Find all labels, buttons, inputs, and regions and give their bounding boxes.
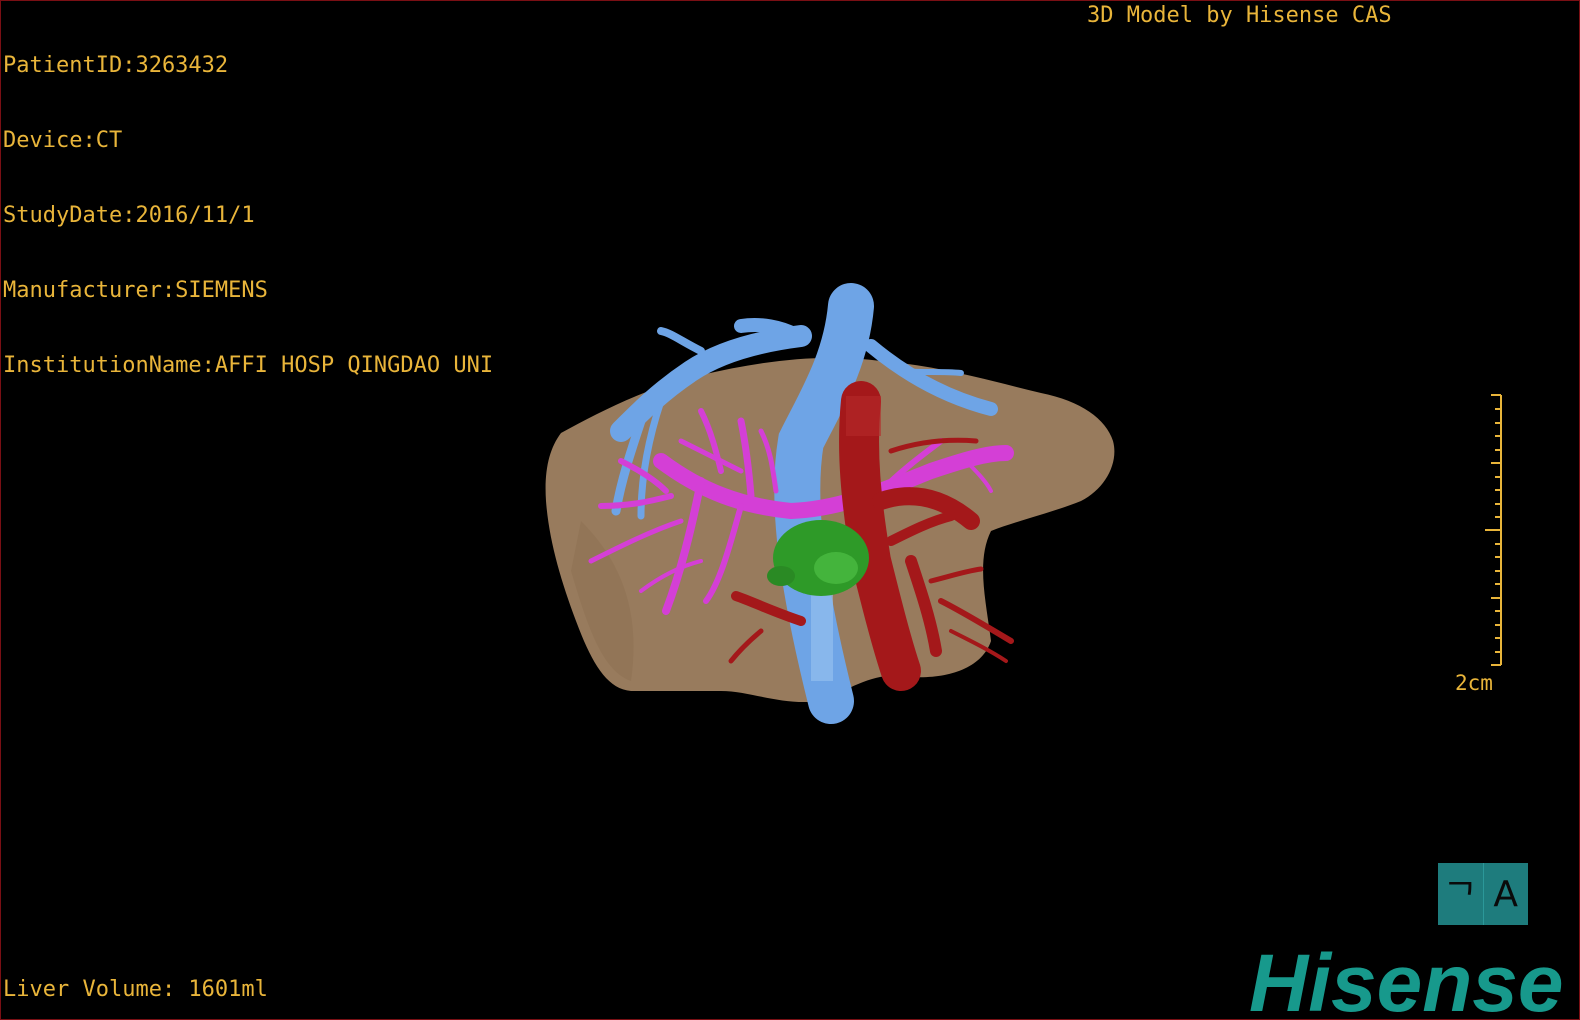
orientation-toggle[interactable]: ᄀ A xyxy=(1438,863,1528,925)
liver-3d-model[interactable] xyxy=(1,1,1579,1019)
orientation-icon-right[interactable]: A xyxy=(1482,863,1529,925)
scale-label: 2cm xyxy=(1455,671,1493,695)
orientation-icon-left[interactable]: ᄀ xyxy=(1438,863,1483,925)
3d-viewport[interactable]: PatientID:3263432 Device:CT StudyDate:20… xyxy=(0,0,1580,1020)
ruler-icon xyxy=(1485,394,1502,666)
aorta-highlight xyxy=(846,396,881,436)
hisense-logo: Hisense xyxy=(1249,938,1564,1020)
liver-volume: Liver Volume: 1601ml xyxy=(3,977,268,1002)
